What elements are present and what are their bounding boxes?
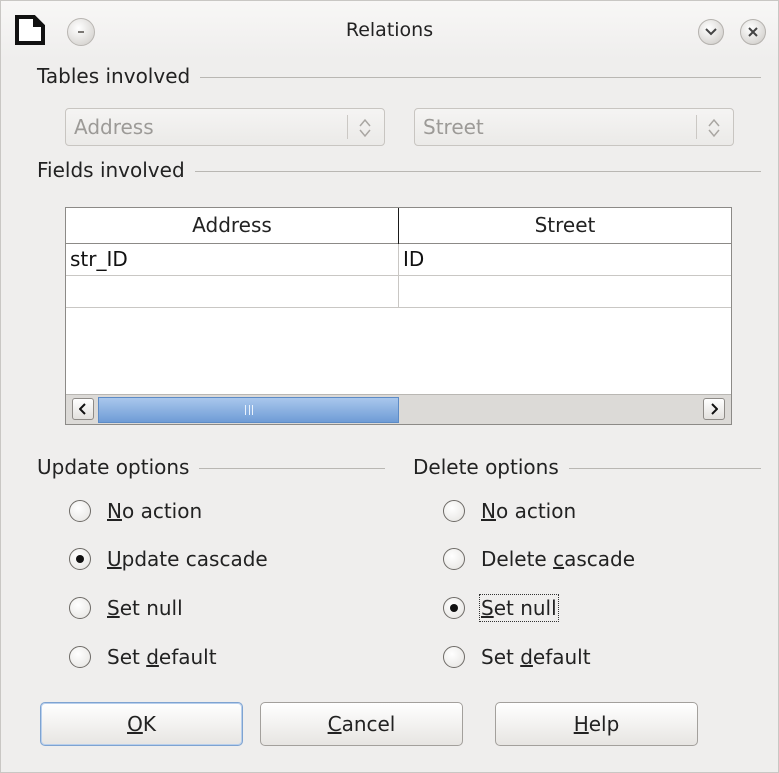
scrollbar-thumb[interactable] [98, 397, 399, 423]
combo-separator [347, 115, 348, 139]
table-row[interactable] [66, 276, 731, 308]
left-table-value: Address [74, 115, 154, 139]
update-set-default-radio[interactable]: Set default [69, 642, 217, 672]
radio-label: Delete cascade [481, 547, 636, 571]
fields-involved-heading: Fields involved [37, 158, 195, 182]
update-no-action-radio[interactable]: No action [69, 496, 202, 526]
radio-label: Set null [479, 594, 559, 622]
update-options-heading: Update options [37, 455, 200, 479]
delete-set-null-radio[interactable]: Set null [443, 593, 559, 623]
left-table-select[interactable]: Address [65, 108, 385, 146]
updown-arrow-icon [359, 118, 371, 138]
grid-cell[interactable]: str_ID [66, 244, 399, 276]
fields-grid[interactable]: Address Street str_ID ID [65, 207, 732, 425]
combo-separator [696, 115, 697, 139]
radio-button[interactable] [443, 500, 465, 522]
table-row[interactable]: str_ID ID [66, 244, 731, 276]
right-table-value: Street [423, 115, 484, 139]
tables-involved-heading: Tables involved [37, 64, 201, 88]
radio-label: Set default [481, 645, 591, 669]
update-set-null-radio[interactable]: Set null [69, 593, 183, 623]
help-button[interactable]: Help [495, 702, 698, 746]
horizontal-scrollbar[interactable] [66, 394, 731, 424]
radio-label: Update cascade [107, 547, 268, 571]
ok-button[interactable]: OK [40, 702, 243, 746]
grip-icon [244, 405, 253, 415]
scroll-right-button[interactable] [703, 398, 725, 420]
cancel-button[interactable]: Cancel [260, 702, 463, 746]
radio-button[interactable] [443, 548, 465, 570]
chevron-down-icon [705, 28, 717, 36]
delete-cascade-radio[interactable]: Delete cascade [443, 544, 635, 574]
minimize-button[interactable] [698, 19, 724, 45]
radio-button[interactable] [443, 597, 465, 619]
delete-set-default-radio[interactable]: Set default [443, 642, 591, 672]
relations-dialog: Relations Tables involved Address Street [0, 0, 779, 773]
chevron-right-icon [711, 403, 718, 415]
column-header-address[interactable]: Address [66, 208, 399, 244]
radio-label: No action [107, 499, 203, 523]
radio-label: No action [481, 499, 577, 523]
grid-cell[interactable]: ID [399, 244, 731, 276]
delete-options-heading: Delete options [413, 455, 569, 479]
grid-cell[interactable] [66, 276, 399, 308]
chevron-left-icon [79, 403, 86, 415]
column-header-street[interactable]: Street [399, 208, 731, 244]
scroll-left-button[interactable] [72, 398, 94, 420]
delete-no-action-radio[interactable]: No action [443, 496, 576, 526]
close-button[interactable] [740, 19, 766, 45]
grid-header: Address Street [66, 208, 731, 244]
window-title: Relations [345, 19, 434, 41]
radio-button[interactable] [69, 646, 91, 668]
radio-button[interactable] [69, 548, 91, 570]
radio-button[interactable] [69, 597, 91, 619]
radio-label: Set default [107, 645, 217, 669]
title-bar: Relations [1, 1, 778, 59]
radio-button[interactable] [443, 646, 465, 668]
update-cascade-radio[interactable]: Update cascade [69, 544, 268, 574]
updown-arrow-icon [708, 118, 720, 138]
radio-button[interactable] [69, 500, 91, 522]
right-table-select[interactable]: Street [414, 108, 734, 146]
radio-label: Set null [107, 596, 183, 620]
close-icon [748, 27, 758, 37]
grid-cell[interactable] [399, 276, 731, 308]
